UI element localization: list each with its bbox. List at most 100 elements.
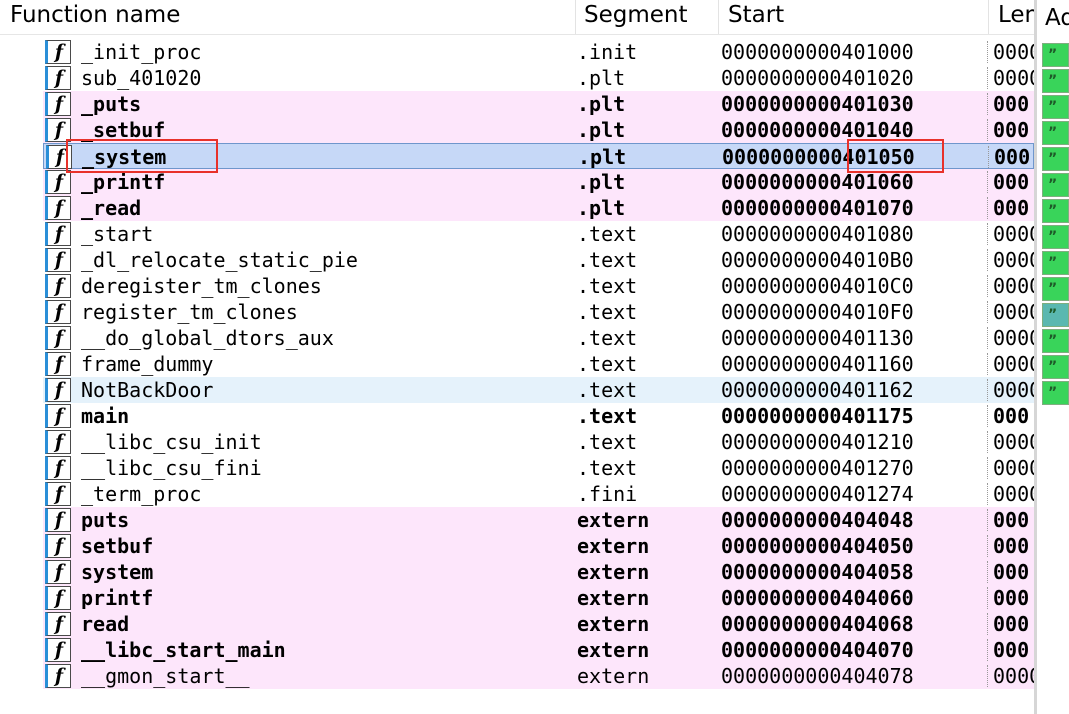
length-cell: 0000 (993, 248, 1034, 272)
functions-table: Function name Segment Start Len f _init_p… (0, 0, 1034, 714)
function-name-cell: _read (81, 196, 142, 220)
cell-divider (987, 639, 989, 661)
segment-cell: extern (577, 638, 650, 662)
table-row[interactable]: f _dl_relocate_static_pie .text 00000000004… (43, 247, 1034, 273)
function-name-cell: system (81, 560, 154, 584)
table-row[interactable]: f _system .plt 0000000000401050 000 (43, 143, 1034, 169)
segment-cell: .text (577, 248, 638, 272)
column-header-function-name[interactable]: Function name (10, 0, 570, 34)
segment-cell: .text (577, 404, 638, 428)
side-panel-header[interactable]: Ad (1045, 0, 1069, 36)
length-cell: 000 (993, 92, 1030, 116)
function-icon: f (45, 664, 71, 688)
function-name-cell: __libc_csu_init (81, 430, 262, 454)
table-row[interactable]: f sub_401020 .plt 0000000000401020 0000 (43, 65, 1034, 91)
comment-quote-icon[interactable]: ” (1042, 277, 1069, 301)
comment-quote-icon[interactable]: ” (1042, 329, 1069, 353)
function-name-cell: __do_global_dtors_aux (81, 326, 334, 350)
comment-quote-icon[interactable]: ” (1042, 95, 1069, 119)
comment-quote-icon[interactable]: ” (1042, 199, 1069, 223)
start-address-cell: 0000000000401080 (721, 222, 914, 246)
length-cell: 0000 (993, 352, 1034, 376)
table-row[interactable]: f read extern 0000000000404068 000 (43, 611, 1034, 637)
cell-divider (987, 483, 989, 505)
start-address-cell: 0000000000401274 (721, 482, 914, 506)
function-icon: f (45, 40, 71, 64)
segment-cell: .init (577, 40, 638, 64)
segment-cell: .fini (577, 482, 638, 506)
function-icon: f (45, 92, 71, 116)
segment-cell: extern (577, 534, 650, 558)
length-cell: 000 (993, 404, 1030, 428)
table-row[interactable]: f __libc_start_main extern 0000000000404070… (43, 637, 1034, 663)
table-row[interactable]: f _setbuf .plt 0000000000401040 000 (43, 117, 1034, 143)
table-row[interactable]: f _read .plt 0000000000401070 000 (43, 195, 1034, 221)
comment-quote-icon[interactable]: ” (1042, 69, 1069, 93)
segment-cell: .plt (578, 145, 627, 169)
column-divider[interactable] (575, 0, 576, 34)
table-row[interactable]: f setbuf extern 0000000000404050 000 (43, 533, 1034, 559)
table-row[interactable]: f puts extern 0000000000404048 000 (43, 507, 1034, 533)
comment-quote-icon[interactable]: ” (1042, 381, 1069, 405)
function-icon: f (45, 352, 71, 376)
table-row[interactable]: f _puts .plt 0000000000401030 000 (43, 91, 1034, 117)
cell-divider (987, 223, 989, 245)
comment-quote-icon[interactable]: ” (1042, 355, 1069, 379)
function-icon: f (45, 274, 71, 298)
function-name-cell: NotBackDoor (81, 378, 214, 402)
table-row[interactable]: f __gmon_start__ extern 0000000000404078 000… (43, 663, 1034, 689)
function-name-cell: _setbuf (81, 118, 166, 142)
cell-divider (987, 613, 989, 635)
function-icon: f (45, 560, 71, 584)
comment-quote-icon[interactable]: ” (1042, 173, 1069, 197)
function-name-cell: sub_401020 (81, 66, 202, 90)
length-cell: 0000 (993, 430, 1034, 454)
function-icon: f (45, 378, 71, 402)
comment-quote-icon[interactable]: ” (1042, 43, 1069, 67)
cell-divider (987, 197, 989, 219)
function-name-cell: setbuf (81, 534, 154, 558)
length-cell: 000 (993, 534, 1030, 558)
start-address-cell: 0000000000404048 (721, 508, 914, 532)
function-icon: f (45, 430, 71, 454)
cell-divider (987, 171, 989, 193)
table-row[interactable]: f frame_dummy .text 0000000000401160 0000 (43, 351, 1034, 377)
column-header-length[interactable]: Len (998, 0, 1034, 34)
table-row[interactable]: f deregister_tm_clones .text 00000000004010… (43, 273, 1034, 299)
comment-quote-icon[interactable]: ” (1042, 147, 1069, 171)
function-icon: f (45, 222, 71, 246)
table-row[interactable]: f _start .text 0000000000401080 0000 (43, 221, 1034, 247)
start-address-cell: 0000000000404070 (721, 638, 914, 662)
comment-quote-icon[interactable]: ” (1042, 225, 1069, 249)
column-header-start[interactable]: Start (728, 0, 988, 34)
table-row[interactable]: f NotBackDoor .text 0000000000401162 0000 (43, 377, 1034, 403)
table-row[interactable]: f _term_proc .fini 0000000000401274 0000 (43, 481, 1034, 507)
table-row[interactable]: f register_tm_clones .text 00000000004010F0… (43, 299, 1034, 325)
function-name-cell: _start (81, 222, 154, 246)
table-row[interactable]: f __libc_csu_fini .text 0000000000401270 000… (43, 455, 1034, 481)
cell-divider (987, 93, 989, 115)
column-header-segment[interactable]: Segment (584, 0, 714, 34)
comment-quote-icon[interactable]: ” (1042, 303, 1069, 327)
table-row[interactable]: f _printf .plt 0000000000401060 000 (43, 169, 1034, 195)
length-cell: 0000 (993, 326, 1034, 350)
cell-divider (987, 249, 989, 271)
comment-quote-icon[interactable]: ” (1042, 251, 1069, 275)
cell-divider (988, 146, 990, 168)
cell-divider (987, 379, 989, 401)
table-row[interactable]: f __libc_csu_init .text 0000000000401210 000… (43, 429, 1034, 455)
table-row[interactable]: f main .text 0000000000401175 000 (43, 403, 1034, 429)
length-cell: 000 (993, 638, 1030, 662)
table-row[interactable]: f __do_global_dtors_aux .text 0000000000401… (43, 325, 1034, 351)
start-address-cell: 0000000000401020 (721, 66, 914, 90)
table-row[interactable]: f _init_proc .init 0000000000401000 0000 (43, 39, 1034, 65)
function-name-cell: _printf (81, 170, 166, 194)
comment-quote-icon[interactable]: ” (1042, 121, 1069, 145)
start-address-cell: 0000000000401162 (721, 378, 914, 402)
cell-divider (987, 665, 989, 687)
column-divider[interactable] (718, 0, 719, 34)
table-row[interactable]: f printf extern 0000000000404060 000 (43, 585, 1034, 611)
column-divider[interactable] (988, 0, 989, 34)
length-cell: 0000 (993, 378, 1034, 402)
table-row[interactable]: f system extern 0000000000404058 000 (43, 559, 1034, 585)
